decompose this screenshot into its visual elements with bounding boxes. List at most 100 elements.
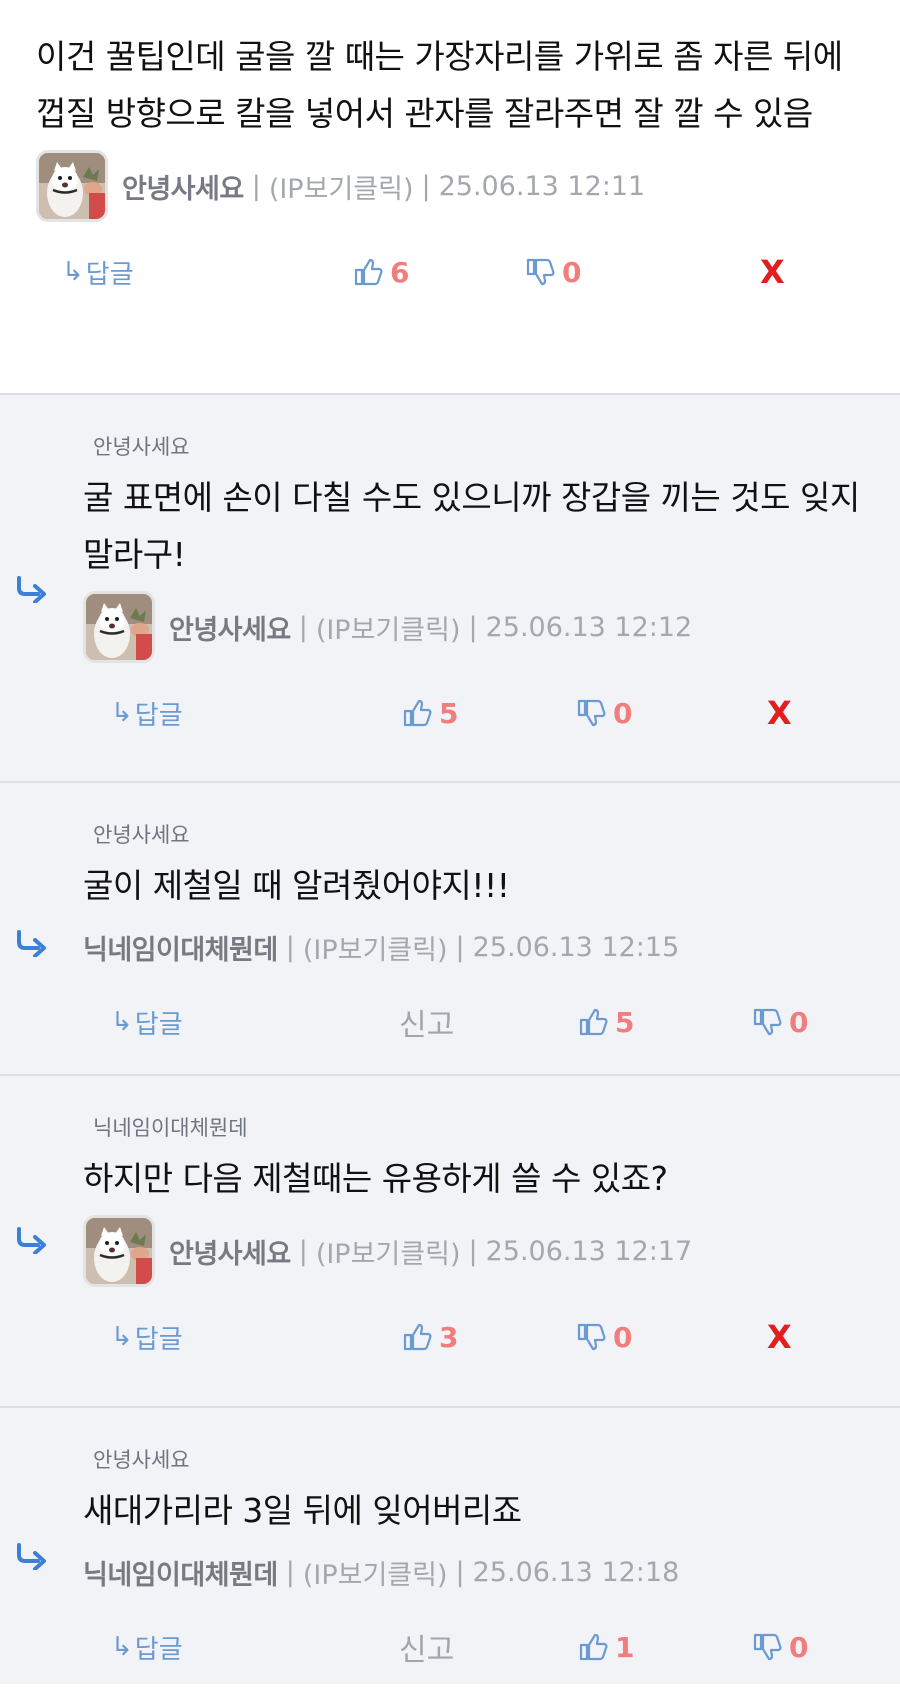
reply-label: 답글 (134, 1324, 183, 1355)
like-button[interactable]: 5 (401, 669, 458, 757)
ip-link[interactable]: (IP보기클릭) (303, 928, 448, 967)
parent-author: 안녕사세요 (93, 1448, 190, 1472)
reply-button[interactable]: ↳ 답글 (62, 228, 134, 316)
comment-meta: 안녕사세요 | (IP보기클릭) | 25.06.13 12:11 (36, 144, 864, 228)
author-name[interactable]: 닉네임이대체뭔데 (83, 1553, 278, 1592)
timestamp: 25.06.13 12:11 (438, 170, 646, 202)
comment-text: 이건 꿀팁인데 굴을 깔 때는 가장자리를 가위로 좀 자른 뒤에 껍질 방향으… (36, 37, 843, 133)
separator: | (468, 611, 478, 643)
reply-label: 답글 (134, 1634, 183, 1665)
separator: | (285, 931, 295, 963)
timestamp: 25.06.13 12:18 (472, 1556, 680, 1588)
dislike-button[interactable]: 0 (524, 228, 581, 316)
comment-text: 새대가리라 3일 뒤에 잊어버리죠 (83, 1491, 522, 1530)
cat-avatar[interactable] (83, 591, 155, 663)
reply-label: 답글 (134, 1009, 183, 1040)
dislike-button[interactable]: 0 (575, 1293, 632, 1381)
like-button[interactable]: 5 (577, 978, 634, 1066)
reply-button[interactable]: ↳ 답글 (111, 1293, 183, 1381)
comment-actions: ↳ 답글 신고 5 0 (83, 978, 900, 1066)
thumbs-up-icon (577, 1631, 609, 1663)
comment-main: 이건 꿀팁인데 굴을 깔 때는 가장자리를 가위로 좀 자른 뒤에 껍질 방향으… (0, 0, 900, 395)
reply-button[interactable]: ↳ 답글 (111, 669, 183, 757)
reply-arrow-icon (14, 1226, 48, 1254)
thumbs-down-icon (751, 1006, 783, 1038)
dislike-button[interactable]: 0 (751, 1603, 808, 1691)
thumbs-down-icon (575, 1321, 607, 1353)
comment-meta: 안녕사세요 | (IP보기클릭) | 25.06.13 12:12 (83, 585, 900, 669)
like-count: 6 (390, 255, 410, 289)
reply-label: 답글 (85, 259, 134, 290)
dislike-button[interactable]: 0 (575, 669, 632, 757)
separator: | (421, 170, 431, 202)
thumbs-down-icon (575, 697, 607, 729)
author-name[interactable]: 안녕사세요 (169, 608, 291, 647)
like-count: 5 (439, 696, 459, 730)
dislike-count: 0 (789, 1630, 809, 1664)
like-count: 3 (439, 1320, 459, 1354)
author-name[interactable]: 안녕사세요 (169, 1232, 291, 1271)
separator: | (468, 1235, 478, 1267)
cat-avatar[interactable] (83, 1215, 155, 1287)
delete-button[interactable]: X (767, 1293, 792, 1381)
reply-small-arrow-icon: ↳ (111, 1632, 133, 1662)
comment-meta: 닉네임이대체뭔데 | (IP보기클릭) | 25.06.13 12:18 (83, 1541, 900, 1603)
reply-small-arrow-icon: ↳ (111, 1007, 133, 1037)
report-button[interactable]: 신고 (399, 1603, 454, 1691)
separator: | (251, 170, 261, 202)
comment-meta: 안녕사세요 | (IP보기클릭) | 25.06.13 12:17 (83, 1209, 900, 1293)
ip-link[interactable]: (IP보기클릭) (303, 1553, 448, 1592)
reply-button[interactable]: ↳ 답글 (111, 978, 183, 1066)
delete-button[interactable]: X (760, 228, 785, 316)
author-name[interactable]: 안녕사세요 (122, 167, 244, 206)
separator: | (298, 611, 308, 643)
like-button[interactable]: 3 (401, 1293, 458, 1381)
reply-comment: 닉네임이대체뭔데 하지만 다음 제철때는 유용하게 쓸 수 있죠? 안녕사세요 … (0, 1076, 900, 1408)
reply-button[interactable]: ↳ 답글 (111, 1603, 183, 1691)
separator: | (455, 1556, 465, 1588)
thumbs-up-icon (577, 1006, 609, 1038)
thumbs-up-icon (352, 256, 384, 288)
comment-actions: ↳ 답글 3 0 X (83, 1293, 900, 1381)
reply-arrow-icon (14, 575, 48, 603)
timestamp: 25.06.13 12:12 (485, 611, 693, 643)
reply-small-arrow-icon: ↳ (111, 698, 133, 728)
dislike-count: 0 (562, 255, 582, 289)
dislike-count: 0 (613, 696, 633, 730)
reply-small-arrow-icon: ↳ (111, 1322, 133, 1352)
like-count: 5 (615, 1005, 635, 1039)
dislike-count: 0 (613, 1320, 633, 1354)
dislike-button[interactable]: 0 (751, 978, 808, 1066)
reply-label: 답글 (134, 700, 183, 731)
cat-avatar[interactable] (36, 150, 108, 222)
comment-text: 굴이 제철일 때 알려줬어야지!!! (83, 866, 510, 905)
comment-text: 굴 표면에 손이 다칠 수도 있으니까 장갑을 끼는 것도 잊지 말라구! (83, 478, 860, 574)
separator: | (285, 1556, 295, 1588)
reply-comment: 안녕사세요 굴 표면에 손이 다칠 수도 있으니까 장갑을 끼는 것도 잊지 말… (0, 395, 900, 783)
comment-actions: ↳ 답글 5 0 X (83, 669, 900, 757)
like-button[interactable]: 1 (577, 1603, 634, 1691)
comment-text: 하지만 다음 제철때는 유용하게 쓸 수 있죠? (83, 1159, 668, 1198)
author-name[interactable]: 닉네임이대체뭔데 (83, 928, 278, 967)
like-button[interactable]: 6 (352, 228, 409, 316)
parent-author: 안녕사세요 (93, 435, 190, 459)
report-button[interactable]: 신고 (399, 978, 454, 1066)
dislike-count: 0 (789, 1005, 809, 1039)
ip-link[interactable]: (IP보기클릭) (269, 167, 414, 206)
comment-actions: ↳ 답글 신고 1 0 (83, 1603, 900, 1691)
reply-arrow-icon (14, 1542, 48, 1570)
reply-small-arrow-icon: ↳ (62, 257, 84, 287)
timestamp: 25.06.13 12:15 (472, 931, 680, 963)
ip-link[interactable]: (IP보기클릭) (316, 608, 461, 647)
comment-meta: 닉네임이대체뭔데 | (IP보기클릭) | 25.06.13 12:15 (83, 916, 900, 978)
reply-comment: 안녕사세요 새대가리라 3일 뒤에 잊어버리죠 닉네임이대체뭔데 | (IP보기… (0, 1408, 900, 1684)
reply-comment: 안녕사세요 굴이 제철일 때 알려줬어야지!!! 닉네임이대체뭔데 | (IP보… (0, 783, 900, 1076)
thumbs-down-icon (751, 1631, 783, 1663)
parent-author: 닉네임이대체뭔데 (93, 1116, 248, 1140)
comment-actions: ↳ 답글 6 0 X (36, 228, 864, 316)
parent-author: 안녕사세요 (93, 823, 190, 847)
thumbs-up-icon (401, 1321, 433, 1353)
delete-button[interactable]: X (767, 669, 792, 757)
timestamp: 25.06.13 12:17 (485, 1235, 693, 1267)
ip-link[interactable]: (IP보기클릭) (316, 1232, 461, 1271)
